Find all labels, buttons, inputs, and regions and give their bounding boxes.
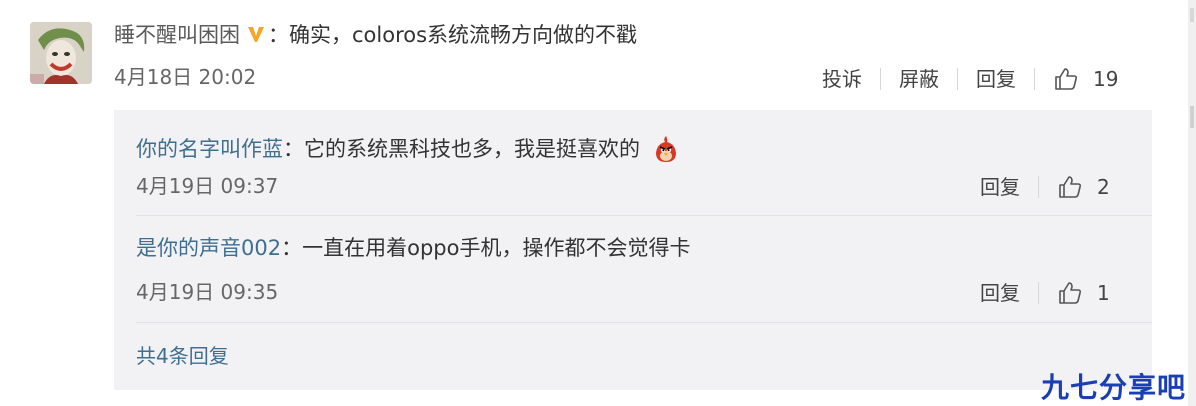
comment-user-name[interactable]: 睡不醒叫困困: [114, 23, 240, 47]
reply-text: 一直在用着oppo手机，操作都不会觉得卡: [302, 236, 691, 260]
reply-date: 4月19日 09:35: [136, 280, 279, 304]
divider: [1038, 282, 1039, 304]
reply-actions: 回复 1: [980, 280, 1110, 306]
comment-separator: ：: [268, 23, 289, 47]
reply-user-name[interactable]: 你的名字叫作蓝: [136, 137, 283, 161]
reply-actions: 回复 2: [980, 174, 1110, 200]
like-button[interactable]: 1: [1057, 280, 1110, 306]
joker-avatar-image: [30, 22, 92, 84]
main-comment: 睡不醒叫困困 ：确实，coloros系统流畅方向做的不戳: [114, 24, 637, 46]
reply-button[interactable]: 回复: [980, 177, 1020, 197]
like-button[interactable]: 19: [1053, 66, 1118, 92]
like-count: 19: [1093, 67, 1119, 91]
reply-separator: ：: [283, 137, 304, 161]
view-all-replies-link[interactable]: 共4条回复: [136, 346, 229, 366]
reply-button[interactable]: 回复: [976, 69, 1016, 89]
thumbs-up-icon: [1059, 282, 1082, 304]
scrollbar[interactable]: [1188, 0, 1196, 406]
reply-panel: 你的名字叫作蓝：它的系统黑科技也多，我是挺喜欢的 4月19日 09:37 回复 …: [114, 110, 1152, 390]
reply-separator: ：: [281, 236, 303, 260]
reply-item: 是你的声音002：一直在用着oppo手机，操作都不会觉得卡: [136, 238, 690, 259]
avatar[interactable]: [30, 22, 92, 84]
red-bird-emoji: [653, 134, 679, 164]
reply-text: 它的系统黑科技也多，我是挺喜欢的: [304, 137, 640, 161]
divider: [957, 68, 958, 90]
like-count: 2: [1097, 175, 1110, 199]
report-button[interactable]: 投诉: [822, 69, 862, 89]
divider: [880, 68, 881, 90]
thumbs-up-icon: [1055, 68, 1078, 90]
thumbs-up-icon: [1059, 176, 1082, 198]
watermark: 九七分享吧: [1040, 371, 1186, 404]
comment-text: 确实，coloros系统流畅方向做的不戳: [289, 23, 638, 47]
block-button[interactable]: 屏蔽: [899, 69, 939, 89]
comment-actions: 投诉 屏蔽 回复 19: [822, 66, 1118, 92]
reply-user-name[interactable]: 是你的声音002: [136, 236, 281, 260]
verified-v-icon: [246, 24, 266, 44]
like-count: 1: [1097, 281, 1110, 305]
like-button[interactable]: 2: [1057, 174, 1110, 200]
comment-date: 4月18日 20:02: [114, 65, 257, 89]
reply-date: 4月19日 09:37: [136, 174, 279, 198]
divider: [1038, 176, 1039, 198]
reply-button[interactable]: 回复: [980, 283, 1020, 303]
reply-divider: [136, 322, 1152, 323]
scrollbar-thumb[interactable]: [1190, 106, 1194, 128]
reply-divider: [136, 215, 1152, 216]
reply-item: 你的名字叫作蓝：它的系统黑科技也多，我是挺喜欢的: [136, 134, 679, 164]
divider: [1034, 68, 1035, 90]
